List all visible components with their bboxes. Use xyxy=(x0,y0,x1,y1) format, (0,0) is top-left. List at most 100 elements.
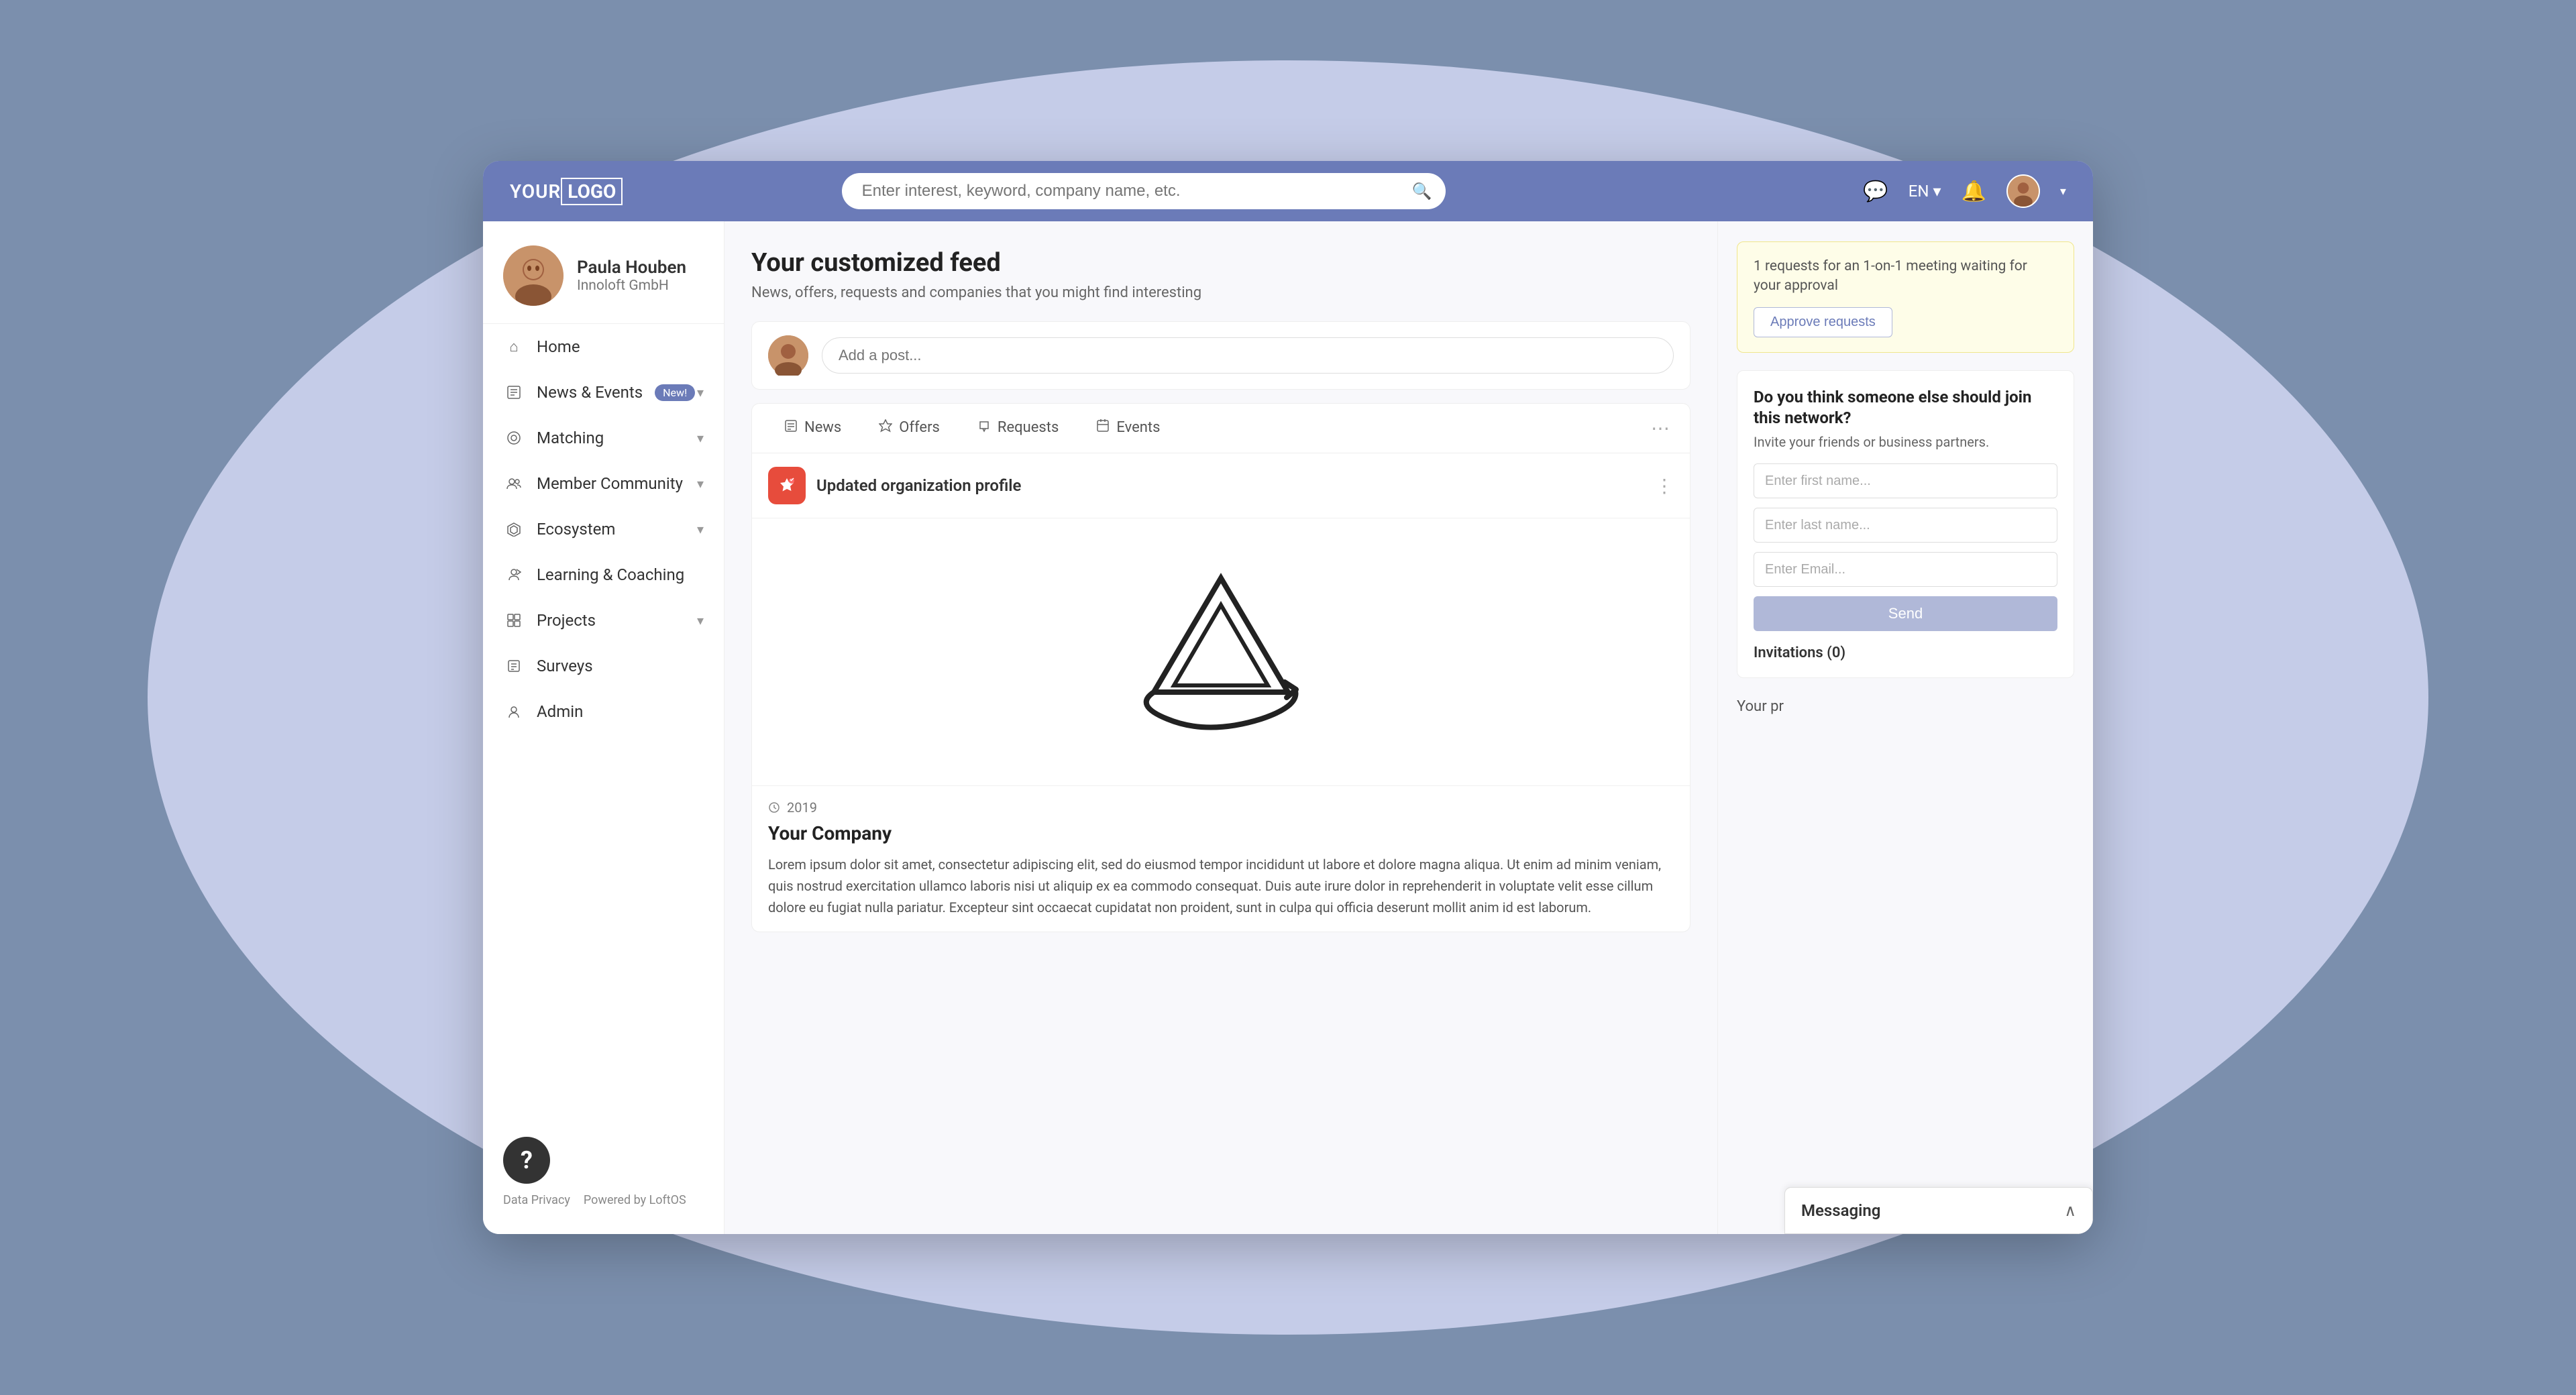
nav-label-home: Home xyxy=(537,337,580,356)
tab-news[interactable]: News xyxy=(765,404,860,453)
logo-text: YOUR xyxy=(510,180,561,203)
post-icon-badge xyxy=(768,467,806,504)
help-button[interactable]: ? xyxy=(503,1137,550,1184)
email-input[interactable] xyxy=(1754,552,2057,587)
lang-selector[interactable]: EN ▾ xyxy=(1909,182,1941,201)
search-bar: 🔍 xyxy=(842,173,1446,209)
sidebar-footer: ? Data Privacy Powered by LoftOS xyxy=(483,1123,724,1221)
news-events-badge: New! xyxy=(655,384,695,401)
post-composer xyxy=(751,321,1690,390)
nav-label-news-events: News & Events xyxy=(537,383,643,402)
notification-box: 1 requests for an 1-on-1 meeting waiting… xyxy=(1737,241,2074,353)
user-menu-chevron[interactable]: ▾ xyxy=(2060,184,2066,199)
tab-events[interactable]: Events xyxy=(1077,404,1179,453)
tab-events-label: Events xyxy=(1116,419,1160,436)
nav-label-surveys: Surveys xyxy=(537,657,593,675)
offers-tab-icon xyxy=(879,419,892,436)
feed-subtitle: News, offers, requests and companies tha… xyxy=(751,284,1690,301)
nav-label-ecosystem: Ecosystem xyxy=(537,520,615,539)
matching-chevron: ▾ xyxy=(697,430,704,446)
user-name: Paula Houben xyxy=(577,258,686,278)
logo-box: LOGO xyxy=(561,178,623,205)
user-company: Innoloft GmbH xyxy=(577,278,686,294)
invite-title: Do you think someone else should join th… xyxy=(1754,387,2057,429)
post-body: 2019 Your Company Lorem ipsum dolor sit … xyxy=(752,786,1690,932)
user-avatar xyxy=(503,245,564,306)
tab-offers[interactable]: Offers xyxy=(860,404,959,453)
user-avatar-topbar[interactable] xyxy=(2006,174,2040,208)
last-name-input[interactable] xyxy=(1754,508,2057,543)
post-header: Updated organization profile ⋮ xyxy=(752,453,1690,518)
tab-news-label: News xyxy=(804,419,841,436)
topbar-right: 💬 EN ▾ 🔔 ▾ xyxy=(1863,174,2066,208)
requests-tab-icon xyxy=(977,419,991,436)
nav-label-admin: Admin xyxy=(537,702,583,721)
post-company-name: Your Company xyxy=(768,822,1674,844)
feed-card: News Offers xyxy=(751,403,1690,932)
news-events-icon xyxy=(503,382,525,403)
user-profile: Paula Houben Innoloft GmbH xyxy=(483,221,724,324)
nav-label-projects: Projects xyxy=(537,611,596,630)
logo: YOUR LOGO xyxy=(510,178,623,205)
feed-tabs: News Offers xyxy=(751,403,1690,453)
nav-item-news-events[interactable]: News & Events New! ▾ xyxy=(483,370,724,415)
search-input[interactable] xyxy=(842,173,1446,209)
matching-icon xyxy=(503,427,525,449)
post-image xyxy=(752,518,1690,786)
member-community-icon xyxy=(503,473,525,494)
first-name-input[interactable] xyxy=(1754,463,2057,498)
projects-chevron: ▾ xyxy=(697,612,704,628)
projects-icon xyxy=(503,610,525,631)
content-area: Your customized feed News, offers, reque… xyxy=(724,221,2093,1234)
home-icon: ⌂ xyxy=(503,336,525,357)
news-tab-icon xyxy=(784,419,798,436)
post-title: Updated organization profile xyxy=(816,476,1021,495)
messaging-chevron-icon[interactable]: ∧ xyxy=(2064,1201,2076,1220)
post-description: Lorem ipsum dolor sit amet, consectetur … xyxy=(768,854,1674,918)
chat-icon[interactable]: 💬 xyxy=(1863,180,1888,203)
data-privacy-link[interactable]: Data Privacy xyxy=(503,1193,570,1207)
sidebar: Paula Houben Innoloft GmbH ⌂ Home xyxy=(483,221,724,1234)
nav-item-admin[interactable]: Admin xyxy=(483,689,724,734)
footer-links: Data Privacy Powered by LoftOS xyxy=(503,1193,704,1207)
surveys-icon xyxy=(503,655,525,677)
nav-label-matching: Matching xyxy=(537,429,604,447)
nav-item-home[interactable]: ⌂ Home xyxy=(483,324,724,370)
composer-avatar xyxy=(768,335,808,376)
ecosystem-icon xyxy=(503,518,525,540)
invitations-label: Invitations (0) xyxy=(1754,645,2057,661)
feed-title: Your customized feed xyxy=(751,248,1690,278)
lang-chevron-icon: ▾ xyxy=(1933,182,1941,201)
notification-text: 1 requests for an 1-on-1 meeting waiting… xyxy=(1754,257,2057,296)
search-icon: 🔍 xyxy=(1412,182,1432,201)
events-tab-icon xyxy=(1096,419,1110,436)
messaging-label: Messaging xyxy=(1801,1201,1880,1220)
topbar: YOUR LOGO 🔍 💬 EN ▾ 🔔 ▾ xyxy=(483,161,2093,221)
post-input[interactable] xyxy=(822,337,1674,374)
nav-item-ecosystem[interactable]: Ecosystem ▾ xyxy=(483,506,724,552)
nav-item-learning-coaching[interactable]: Learning & Coaching xyxy=(483,552,724,598)
nav-item-surveys[interactable]: Surveys xyxy=(483,643,724,689)
nav-item-projects[interactable]: Projects ▾ xyxy=(483,598,724,643)
news-events-chevron: ▾ xyxy=(697,384,704,400)
learning-coaching-icon xyxy=(503,564,525,585)
your-profile-partial: Your pr xyxy=(1737,691,2074,722)
powered-by-label: Powered by LoftOS xyxy=(584,1193,686,1207)
bell-icon[interactable]: 🔔 xyxy=(1962,180,1986,203)
messaging-bar[interactable]: Messaging ∧ xyxy=(1784,1187,2093,1234)
nav-item-member-community[interactable]: Member Community ▾ xyxy=(483,461,724,506)
user-info: Paula Houben Innoloft GmbH xyxy=(577,258,686,294)
post-card: Updated organization profile ⋮ xyxy=(751,453,1690,932)
feed-panel: Your customized feed News, offers, reque… xyxy=(724,221,1717,1234)
invite-subtitle: Invite your friends or business partners… xyxy=(1754,434,2057,450)
send-invite-button[interactable]: Send xyxy=(1754,596,2057,631)
tab-requests[interactable]: Requests xyxy=(959,404,1077,453)
feed-tabs-more[interactable]: ⋯ xyxy=(1644,404,1676,453)
tab-offers-label: Offers xyxy=(899,419,940,436)
post-menu-icon[interactable]: ⋮ xyxy=(1655,475,1674,497)
admin-icon xyxy=(503,701,525,722)
approve-button[interactable]: Approve requests xyxy=(1754,307,1892,337)
nav-item-matching[interactable]: Matching ▾ xyxy=(483,415,724,461)
nav-label-learning-coaching: Learning & Coaching xyxy=(537,565,684,584)
nav-label-member-community: Member Community xyxy=(537,474,683,493)
